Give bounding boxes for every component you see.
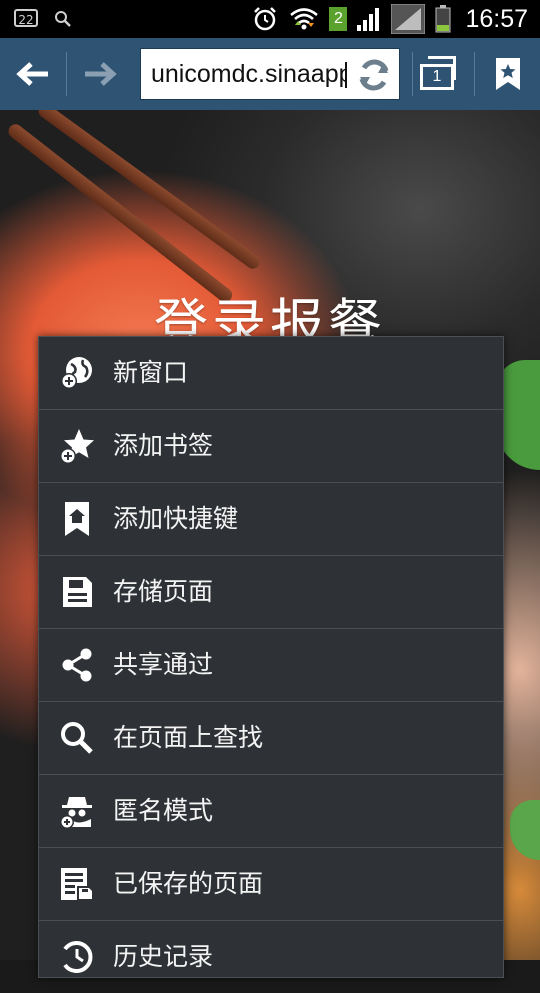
- status-bar: 22 2 16:57: [0, 0, 540, 38]
- add-shortcut-icon: [65, 502, 89, 536]
- text-caret: [345, 62, 347, 88]
- menu-item-label: 共享通过: [113, 650, 214, 679]
- menu-item-find-on-page[interactable]: 在页面上查找: [39, 702, 503, 775]
- battery-icon: [435, 5, 451, 33]
- reload-icon[interactable]: [355, 56, 393, 94]
- menu-item-add-bookmark[interactable]: 添加书签: [39, 410, 503, 483]
- add-bookmark-icon: [60, 429, 94, 464]
- sim-badge: 2: [329, 7, 348, 31]
- share-icon: [62, 648, 92, 682]
- incognito-icon: [60, 797, 92, 829]
- tab-count: 1: [420, 64, 454, 90]
- menu-item-history[interactable]: 历史记录: [39, 921, 503, 993]
- leaf-decoration: [510, 800, 540, 860]
- chopstick-decoration: [5, 121, 235, 305]
- tabs-button[interactable]: 1: [418, 54, 460, 92]
- forward-button[interactable]: [67, 38, 133, 110]
- back-button[interactable]: [0, 38, 66, 110]
- menu-item-label: 新窗口: [113, 358, 189, 387]
- wifi-icon: [290, 8, 319, 30]
- alarm-icon: [254, 7, 277, 31]
- menu-item-incognito[interactable]: 匿名模式: [39, 775, 503, 848]
- menu-item-saved-pages[interactable]: 已保存的页面: [39, 848, 503, 921]
- menu-item-label: 历史记录: [113, 942, 214, 971]
- history-icon: [63, 941, 93, 973]
- notification-count-icon: 22: [14, 9, 38, 27]
- menu-item-label: 存储页面: [113, 577, 214, 606]
- browser-overflow-menu: 新窗口 添加书签 添加快捷键 存储页面 共享通过 在页面上查找 匿名模式 已保存…: [38, 336, 504, 978]
- saved-pages-icon: [61, 868, 93, 901]
- menu-item-new-window[interactable]: 新窗口: [39, 337, 503, 410]
- bookmark-star-icon: [495, 58, 520, 90]
- menu-item-share[interactable]: 共享通过: [39, 629, 503, 702]
- toolbar-divider: [412, 52, 413, 96]
- signal-2-icon: [391, 4, 426, 34]
- address-bar[interactable]: unicomdc.sinaapp.com: [140, 48, 400, 100]
- bookmarks-button[interactable]: [475, 38, 540, 110]
- menu-item-label: 添加书签: [113, 431, 214, 460]
- search-notification-icon: [55, 11, 71, 27]
- menu-item-label: 已保存的页面: [113, 869, 264, 898]
- browser-toolbar: unicomdc.sinaapp.com 1: [0, 38, 540, 110]
- menu-item-label: 在页面上查找: [113, 723, 264, 752]
- save-page-icon: [63, 577, 92, 607]
- back-arrow-icon: [16, 62, 48, 86]
- menu-item-label: 添加快捷键: [113, 504, 239, 533]
- menu-item-save-page[interactable]: 存储页面: [39, 556, 503, 629]
- find-icon: [61, 722, 93, 754]
- signal-icon: [357, 8, 380, 31]
- new-window-icon: [61, 357, 92, 389]
- menu-item-add-shortcut[interactable]: 添加快捷键: [39, 483, 503, 556]
- forward-arrow-icon: [85, 62, 117, 86]
- chopstick-decoration: [35, 110, 263, 272]
- url-input[interactable]: unicomdc.sinaapp.com: [151, 49, 347, 99]
- clock: 16:57: [465, 4, 528, 33]
- menu-item-label: 匿名模式: [113, 796, 214, 825]
